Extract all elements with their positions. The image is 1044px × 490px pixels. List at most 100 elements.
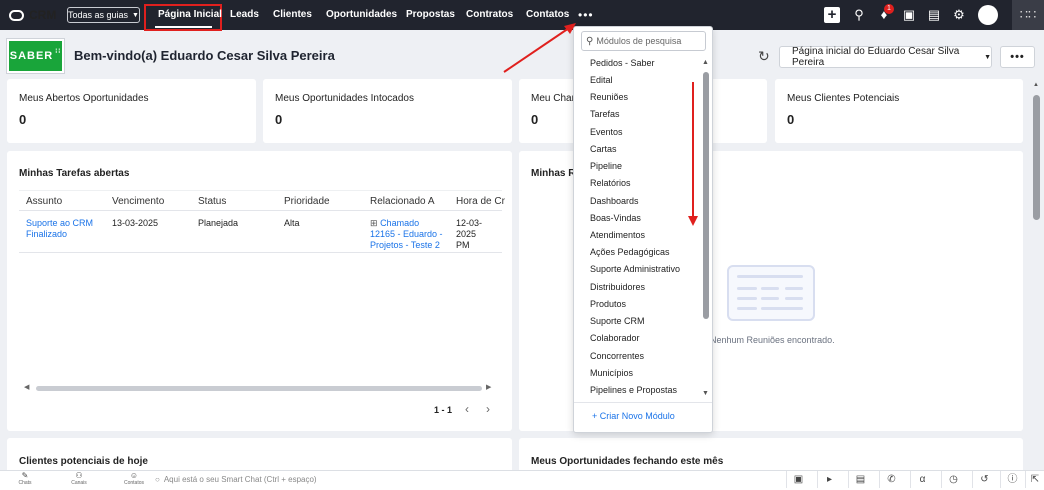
apps-grid-icon[interactable]: ∷∷ — [1012, 0, 1044, 30]
module-item[interactable]: Colaborador — [590, 333, 640, 343]
note-icon[interactable]: ▤ — [848, 471, 872, 488]
panel-title: Clientes potenciais de hoje — [19, 456, 148, 467]
scrollbar-thumb[interactable] — [36, 386, 482, 391]
kpi-value: 0 — [787, 112, 795, 127]
scroll-right-icon[interactable]: ▶ — [486, 383, 491, 391]
column-header[interactable]: Assunto — [26, 196, 62, 207]
kpi-card[interactable]: Meus Clientes Potenciais 0 — [775, 79, 1023, 143]
contacts-button[interactable]: ☺ Contatos — [119, 471, 149, 486]
module-item[interactable]: Tarefas — [590, 109, 620, 119]
channels-button[interactable]: ⚇ Canais — [64, 471, 94, 486]
task-related-link[interactable]: ⊞ Chamado 12165 - Eduardo - Projetos - T… — [370, 218, 443, 251]
module-item[interactable]: Relatórios — [590, 178, 631, 188]
task-status: Planejada — [198, 218, 239, 228]
page-scrollbar[interactable]: ▲ — [1030, 80, 1044, 478]
alarm-icon[interactable]: ◷ — [941, 471, 965, 488]
empty-state-text: Nenhum Reuniões encontrado. — [710, 335, 835, 345]
chevron-left-icon[interactable]: ‹ — [465, 402, 469, 416]
related-line: 12165 - Eduardo - — [370, 229, 443, 239]
tab-home[interactable]: Página Inicial — [158, 9, 222, 20]
crm-logo[interactable]: CRM — [9, 8, 56, 22]
scroll-down-icon[interactable]: ▼ — [702, 390, 709, 397]
row-divider — [19, 252, 502, 253]
chevron-right-icon[interactable]: › — [486, 402, 490, 416]
search-icon[interactable]: ⚲ — [851, 7, 867, 23]
translate-icon[interactable]: α — [910, 471, 934, 488]
avatar[interactable] — [978, 5, 998, 25]
create-module-link[interactable]: + Criar Novo Módulo — [592, 411, 675, 421]
module-item[interactable]: Atendimentos — [590, 230, 645, 240]
store-icon[interactable]: ▤ — [926, 7, 942, 23]
crm-logo-icon — [9, 9, 24, 21]
scroll-up-icon[interactable]: ▲ — [1033, 82, 1039, 88]
module-item[interactable]: Eventos — [590, 127, 623, 137]
kpi-title: Meus Abertos Oportunidades — [19, 93, 149, 104]
module-item[interactable]: Suporte Administrativo — [590, 264, 680, 274]
task-created: 12-03-2025 PM — [456, 218, 502, 251]
column-header[interactable]: Relacionado A — [370, 196, 435, 207]
module-item[interactable]: Ações Pedagógicas — [590, 247, 670, 257]
module-item[interactable]: Pipelines e Propostas — [590, 385, 677, 395]
module-item[interactable]: Edital — [590, 75, 613, 85]
gear-icon[interactable]: ⚙ — [951, 7, 967, 23]
related-line: Projetos - Teste 2 — [370, 240, 440, 250]
module-item[interactable]: Concorrentes — [590, 351, 644, 361]
calendar-icon[interactable]: ▣ — [901, 7, 917, 23]
kpi-card[interactable]: Meus Abertos Oportunidades 0 — [7, 79, 256, 143]
notification-badge: 1 — [884, 4, 894, 14]
homepage-select[interactable]: Página inicial do Eduardo Cesar Silva Pe… — [779, 46, 992, 68]
saber-logo: SABER ⁞⁞ — [7, 39, 64, 73]
horizontal-scrollbar[interactable]: ◀ ▶ — [22, 384, 494, 392]
related-line: Chamado — [380, 218, 420, 228]
info-icon[interactable]: ⓘ — [1000, 471, 1024, 488]
module-item[interactable]: Pipeline — [590, 161, 622, 171]
dropdown-scrollbar-thumb[interactable] — [703, 72, 709, 319]
task-subject-line: Finalizado — [26, 229, 68, 239]
tab-oportunidades[interactable]: Oportunidades — [326, 9, 397, 20]
plus-icon[interactable]: + — [824, 7, 840, 23]
module-item[interactable]: Municípios — [590, 368, 633, 378]
panel-title: Meus Oportunidades fechando este mês — [531, 456, 724, 467]
module-search-input[interactable]: ⚲ Módulos de pesquisa — [581, 31, 706, 51]
header-more-button[interactable]: ••• — [1000, 46, 1035, 68]
scrollbar-thumb[interactable] — [1033, 95, 1040, 220]
screen-share-icon[interactable]: ▣ — [786, 471, 810, 488]
refresh-icon[interactable]: ↻ — [758, 48, 770, 65]
tab-leads[interactable]: Leads — [230, 9, 259, 20]
calls-icon[interactable]: ✆ — [879, 471, 903, 488]
chats-button[interactable]: ✎ Chats — [10, 471, 40, 486]
kpi-card[interactable]: Meus Oportunidades Intocados 0 — [263, 79, 512, 143]
megaphone-icon[interactable]: ▸ — [817, 471, 841, 488]
chevron-down-icon: ▼ — [984, 53, 991, 61]
column-header[interactable]: Hora de Cr — [456, 196, 505, 207]
module-item[interactable]: Produtos — [590, 299, 626, 309]
smart-chat-input[interactable]: ○ Aqui está o seu Smart Chat (Ctrl + esp… — [155, 472, 775, 487]
module-item[interactable]: Distribuidores — [590, 282, 645, 292]
module-item[interactable]: Boas-Vindas — [590, 213, 641, 223]
more-tabs-button[interactable]: ••• — [578, 8, 594, 22]
channels-icon: ⚇ — [75, 471, 83, 480]
divider — [574, 402, 712, 403]
module-item[interactable]: Reuniões — [590, 92, 628, 102]
tab-propostas[interactable]: Propostas — [406, 9, 455, 20]
module-item[interactable]: Cartas — [590, 144, 617, 154]
task-subject-link[interactable]: Suporte ao CRM Finalizado — [26, 218, 93, 240]
module-item[interactable]: Suporte CRM — [590, 316, 645, 326]
chevron-down-icon: ▼ — [132, 11, 139, 19]
created-line: 12-03-2025 — [456, 218, 483, 239]
contacts-label: Contatos — [123, 480, 144, 486]
history-icon[interactable]: ↺ — [972, 471, 996, 488]
kpi-value: 0 — [531, 112, 539, 127]
module-item[interactable]: Pedidos - Saber — [590, 58, 655, 68]
scroll-up-icon[interactable]: ▲ — [702, 59, 709, 66]
kpi-title: Meus Oportunidades Intocados — [275, 93, 414, 104]
column-header[interactable]: Status — [198, 196, 226, 207]
tabs-filter-select[interactable]: Todas as guias ▼ — [67, 7, 140, 23]
module-item[interactable]: Dashboards — [590, 196, 639, 206]
expand-icon[interactable]: ⇱ — [1025, 471, 1044, 488]
column-header[interactable]: Vencimento — [112, 196, 164, 207]
scroll-left-icon[interactable]: ◀ — [24, 383, 29, 391]
tab-clientes[interactable]: Clientes — [273, 9, 312, 20]
column-header[interactable]: Prioridade — [284, 196, 330, 207]
empty-state-illustration — [727, 265, 815, 321]
